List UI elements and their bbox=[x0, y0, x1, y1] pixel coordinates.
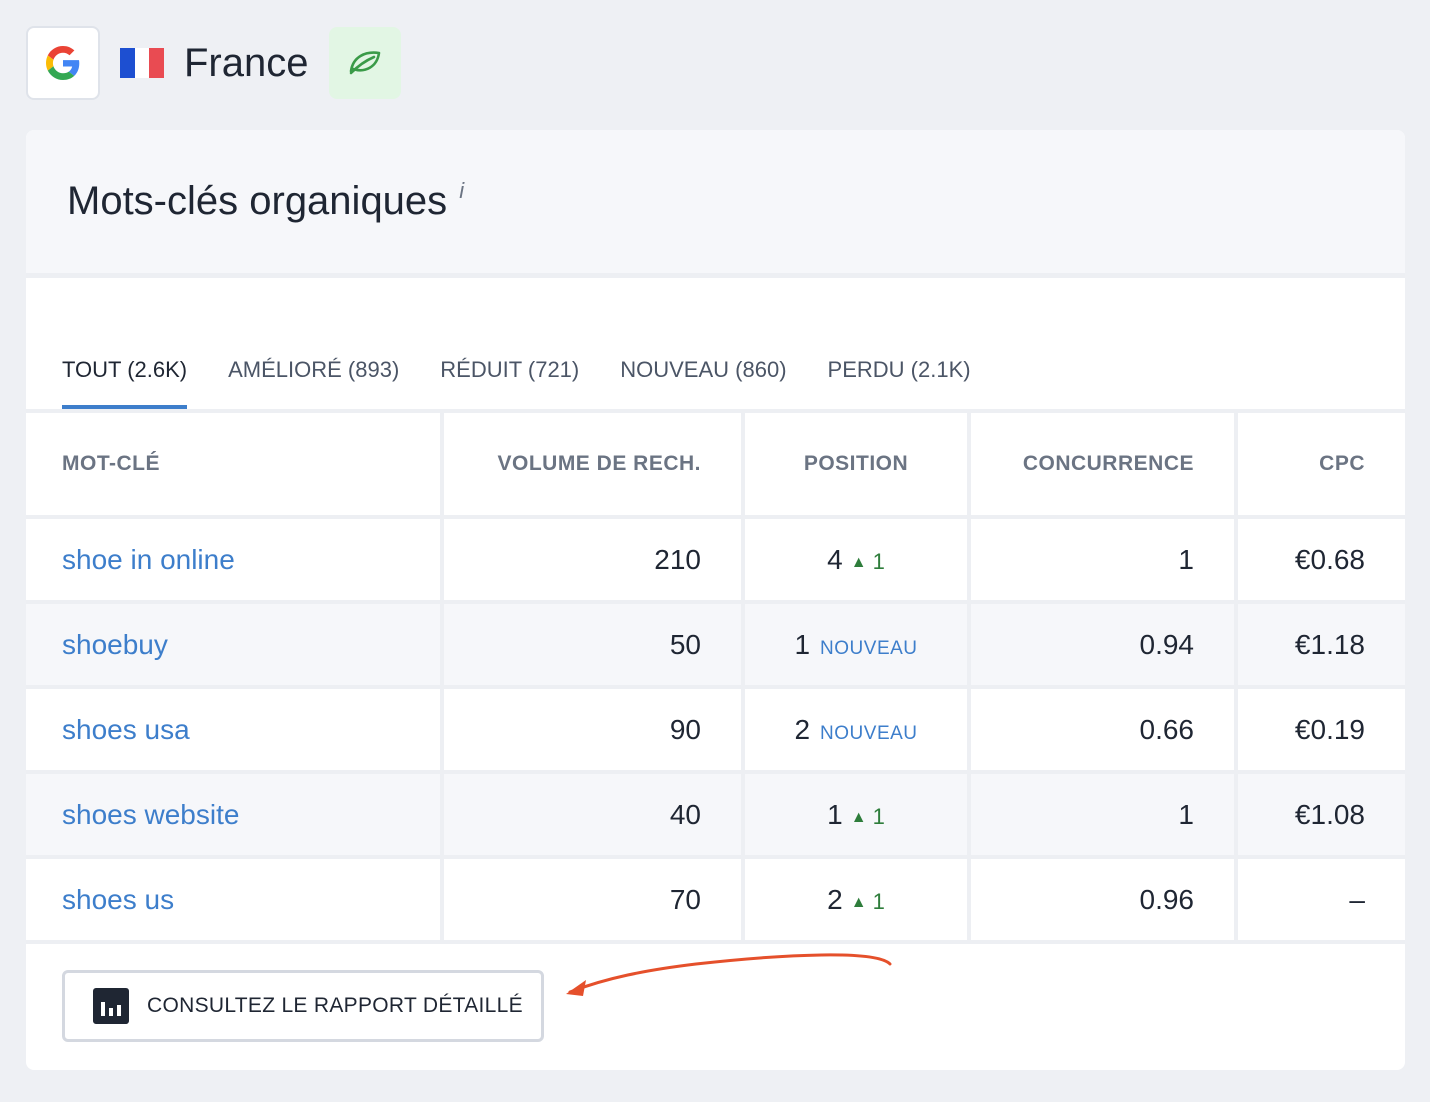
keyword-link[interactable]: shoebuy bbox=[62, 629, 168, 660]
tab-new[interactable]: NOUVEAU (860) bbox=[620, 357, 786, 409]
volume-cell: 40 bbox=[442, 772, 745, 857]
cpc-cell: €0.19 bbox=[1294, 713, 1365, 745]
cpc-cell: – bbox=[1349, 883, 1365, 915]
flag-stripe-red bbox=[149, 48, 165, 78]
search-engine-button[interactable] bbox=[26, 26, 100, 100]
table-row: shoes website 40 1 ▲ 1 1 €1.08 bbox=[26, 772, 1405, 857]
table-row: shoes us 70 2 ▲ 1 0.96 – bbox=[26, 857, 1405, 942]
cpc-cell: €1.08 bbox=[1294, 798, 1365, 830]
annotation-arrow-icon bbox=[566, 953, 892, 996]
column-header-volume[interactable]: VOLUME DE RECH. bbox=[442, 413, 745, 517]
column-header-position[interactable]: POSITION bbox=[743, 413, 971, 517]
position-value: 1 bbox=[827, 798, 843, 830]
position-value: 2 bbox=[827, 883, 843, 915]
position-change: ▲ 1 bbox=[851, 549, 885, 574]
column-header-cpc[interactable]: CPC bbox=[1236, 413, 1405, 517]
bar-chart-icon bbox=[93, 988, 129, 1024]
card-header: Mots-clés organiques i bbox=[26, 130, 1405, 278]
filter-tabs: TOUT (2.6K) AMÉLIORÉ (893) RÉDUIT (721) … bbox=[26, 278, 1405, 413]
tab-lost[interactable]: PERDU (2.1K) bbox=[828, 357, 971, 409]
keyword-link[interactable]: shoes website bbox=[62, 799, 239, 830]
keywords-table: MOT-CLÉ VOLUME DE RECH. POSITION CONCURR… bbox=[26, 413, 1405, 944]
competition-cell: 0.66 bbox=[969, 687, 1238, 772]
competition-cell: 1 bbox=[969, 772, 1238, 857]
detailed-report-button[interactable]: CONSULTEZ LE RAPPORT DÉTAILLÉ bbox=[62, 970, 544, 1042]
position-cell: 2 ▲ 1 bbox=[743, 857, 971, 942]
country-name: France bbox=[184, 41, 309, 85]
card-footer: CONSULTEZ LE RAPPORT DÉTAILLÉ bbox=[26, 944, 1405, 1064]
position-value: 1 bbox=[794, 628, 811, 660]
volume-cell: 50 bbox=[442, 602, 745, 687]
competition-cell: 0.96 bbox=[969, 857, 1238, 942]
volume-cell: 70 bbox=[442, 857, 745, 942]
table-row: shoe in online 210 4 ▲ 1 1 €0.68 bbox=[26, 517, 1405, 602]
tab-improved[interactable]: AMÉLIORÉ (893) bbox=[228, 357, 399, 409]
info-icon[interactable]: i bbox=[459, 178, 464, 204]
position-change-value: 1 bbox=[872, 548, 885, 574]
keyword-cell: shoes website bbox=[26, 772, 444, 857]
new-badge: NOUVEAU bbox=[820, 722, 918, 744]
top-bar: France bbox=[26, 26, 401, 100]
keyword-link[interactable]: shoes usa bbox=[62, 714, 190, 745]
keyword-cell: shoes usa bbox=[26, 687, 444, 772]
keyword-cell: shoes us bbox=[26, 857, 444, 942]
detailed-report-label: CONSULTEZ LE RAPPORT DÉTAILLÉ bbox=[147, 994, 523, 1017]
flag-stripe-blue bbox=[120, 48, 135, 78]
flag-stripe-white bbox=[134, 48, 150, 78]
triangle-up-icon: ▲ bbox=[850, 893, 867, 911]
leaf-icon bbox=[349, 51, 380, 75]
cpc-cell: €1.18 bbox=[1294, 628, 1365, 660]
keyword-cell: shoebuy bbox=[26, 602, 444, 687]
position-cell: 1 ▲ 1 bbox=[743, 772, 971, 857]
tab-declined[interactable]: RÉDUIT (721) bbox=[440, 357, 579, 409]
position-cell: 1 NOUVEAU bbox=[743, 602, 971, 687]
google-g-icon bbox=[46, 46, 80, 80]
france-flag-icon bbox=[120, 48, 165, 78]
competition-cell: 0.94 bbox=[969, 602, 1238, 687]
table-row: shoebuy 50 1 NOUVEAU 0.94 €1.18 bbox=[26, 602, 1405, 687]
triangle-up-icon: ▲ bbox=[850, 553, 867, 571]
column-header-keyword[interactable]: MOT-CLÉ bbox=[26, 413, 444, 517]
new-badge: NOUVEAU bbox=[820, 637, 918, 659]
volume-cell: 210 bbox=[442, 517, 745, 602]
position-change: ▲ 1 bbox=[851, 804, 885, 829]
keyword-link[interactable]: shoe in online bbox=[62, 544, 235, 575]
position-change: ▲ 1 bbox=[851, 889, 885, 914]
column-header-competition[interactable]: CONCURRENCE bbox=[969, 413, 1238, 517]
position-change-value: 1 bbox=[872, 888, 885, 914]
cpc-cell: €0.68 bbox=[1294, 543, 1365, 575]
position-cell: 4 ▲ 1 bbox=[743, 517, 971, 602]
competition-cell: 1 bbox=[969, 517, 1238, 602]
position-cell: 2 NOUVEAU bbox=[743, 687, 971, 772]
table-header-row: MOT-CLÉ VOLUME DE RECH. POSITION CONCURR… bbox=[26, 413, 1405, 517]
position-change-value: 1 bbox=[872, 803, 885, 829]
keyword-link[interactable]: shoes us bbox=[62, 884, 174, 915]
keyword-cell: shoe in online bbox=[26, 517, 444, 602]
volume-cell: 90 bbox=[442, 687, 745, 772]
triangle-up-icon: ▲ bbox=[850, 808, 867, 826]
tab-all[interactable]: TOUT (2.6K) bbox=[62, 357, 188, 409]
card-title: Mots-clés organiques bbox=[67, 179, 448, 223]
table-row: shoes usa 90 2 NOUVEAU 0.66 €0.19 bbox=[26, 687, 1405, 772]
position-value: 4 bbox=[827, 543, 843, 575]
position-value: 2 bbox=[794, 713, 811, 745]
organic-keywords-card: Mots-clés organiques i TOUT (2.6K) AMÉLI… bbox=[26, 130, 1405, 1070]
mode-button[interactable] bbox=[328, 27, 401, 99]
